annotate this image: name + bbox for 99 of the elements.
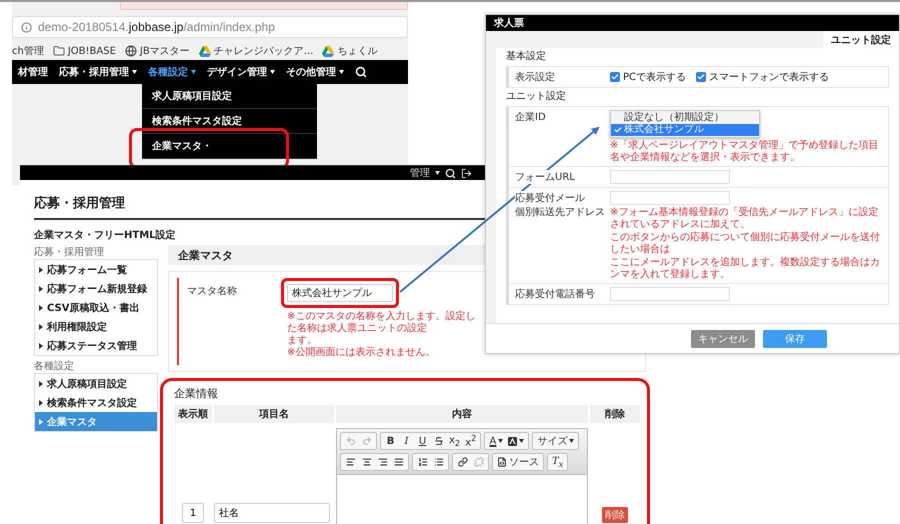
- bullet-icon: [39, 418, 43, 424]
- section-title: 企業情報: [174, 386, 219, 401]
- dropdown-option[interactable]: 設定なし（初期設定）: [611, 112, 759, 124]
- rich-text-editor[interactable]: B I U x$_{2}$ x$^{2}$ A サイズ ソース T$_{x}$: [336, 428, 588, 524]
- align-left-icon: [346, 457, 356, 467]
- checkbox-label[interactable]: スマートフォンで表示する: [696, 70, 830, 84]
- nav-item[interactable]: デザイン管理: [207, 65, 275, 79]
- help-text: ※「求人ページレイアウトマスタ管理」で予め登録した項目名や企業情報などを選択・表示できます。: [610, 140, 880, 163]
- field-label: フォームURL: [515, 170, 575, 184]
- sidebar-title: 企業マスタ・フリーHTML設定: [34, 228, 176, 242]
- numbered-list-icon: [418, 457, 428, 467]
- bullet-icon: [39, 342, 43, 348]
- font-size-dropdown[interactable]: サイズ: [535, 434, 576, 448]
- field-label: 応募受付電話番号: [515, 287, 595, 301]
- clear-format-button[interactable]: T$_{x}$: [550, 455, 566, 469]
- field-label: 個別転送先アドレス: [515, 205, 605, 219]
- checkbox[interactable]: [696, 72, 706, 82]
- column-header: 削除: [590, 405, 640, 423]
- checkbox-label[interactable]: PCで表示する: [610, 70, 686, 84]
- bullet-icon: [39, 324, 43, 330]
- check-icon: [611, 73, 619, 81]
- bold-button[interactable]: B: [383, 434, 398, 448]
- bullet-icon: [39, 400, 43, 406]
- bookmark[interactable]: JBマスター: [124, 44, 190, 58]
- caret-icon: [270, 70, 275, 74]
- field-label: 企業ID: [515, 110, 546, 124]
- caret-icon: [519, 439, 524, 443]
- nav-item[interactable]: 各種設定: [148, 65, 196, 79]
- menu-label[interactable]: 管理: [410, 166, 430, 180]
- undo-icon: [346, 436, 356, 446]
- field-label: 表示設定: [515, 70, 555, 84]
- help-text: ます。: [287, 335, 318, 347]
- drive-icon: [322, 46, 334, 56]
- link-icon: [458, 457, 468, 467]
- subscript-button[interactable]: x$_{2}$: [447, 434, 462, 448]
- bullet-icon: [39, 286, 43, 292]
- column-header: 表示順: [174, 405, 212, 423]
- text-color-button[interactable]: A: [487, 434, 506, 448]
- nav-item[interactable]: 材管理: [18, 65, 48, 79]
- bullet-icon: [39, 266, 43, 272]
- field-label: 応募受付メール: [515, 191, 585, 205]
- text-field[interactable]: [610, 287, 730, 301]
- section-title: ユニット設定: [506, 90, 567, 104]
- checkbox[interactable]: [610, 72, 620, 82]
- section-title: 基本設定: [506, 50, 547, 64]
- bullet-icon: [39, 304, 43, 310]
- menu-item[interactable]: 検索条件マスタ設定: [142, 109, 317, 134]
- group-label: 各種設定: [34, 360, 75, 373]
- nav-item[interactable]: その他管理: [286, 65, 344, 79]
- bookmark[interactable]: ch管理: [12, 44, 44, 58]
- info-icon: [21, 22, 32, 32]
- name-field[interactable]: 株式会社サンプル: [287, 284, 393, 302]
- bullet-icon: [39, 380, 43, 386]
- source-button[interactable]: ソース: [495, 455, 541, 469]
- item-name-field[interactable]: 社名: [214, 503, 330, 523]
- superscript-button[interactable]: x$^{2}$: [463, 434, 478, 448]
- caret-icon: [435, 171, 440, 175]
- unlink-icon: [474, 457, 484, 467]
- redo-icon: [362, 436, 372, 446]
- delete-button[interactable]: 削除: [602, 507, 628, 523]
- nav-item[interactable]: 応募・採用管理: [59, 65, 137, 79]
- tab[interactable]: ユニット設定: [823, 31, 899, 48]
- caret-icon: [132, 70, 137, 74]
- order-field[interactable]: 1: [182, 503, 204, 523]
- bookmark[interactable]: ちょくル: [322, 44, 378, 58]
- caret-icon: [569, 439, 574, 443]
- column-header: 項目名: [214, 405, 334, 423]
- underline-button[interactable]: U: [415, 434, 430, 448]
- caret-icon: [498, 439, 504, 443]
- search-icon[interactable]: [445, 168, 456, 178]
- align-center-icon: [362, 457, 372, 467]
- bookmark[interactable]: チャレンジバックア...: [198, 44, 314, 58]
- folder-icon: [52, 45, 65, 57]
- group-label: 応募・採用管理: [34, 246, 105, 259]
- menu-item[interactable]: 求人原稿項目設定: [142, 84, 317, 109]
- highlight-color-icon: [508, 436, 518, 446]
- dialog-title: 求人票: [486, 15, 899, 31]
- align-right-icon: [378, 457, 388, 467]
- italic-button[interactable]: I: [399, 434, 414, 448]
- document-icon: [497, 457, 507, 467]
- menu-item[interactable]: 企業マスタ・: [142, 134, 317, 159]
- help-text: ※公開画面には表示されません。: [287, 347, 436, 359]
- drive-icon: [198, 46, 211, 56]
- strikethrough-icon: [434, 436, 444, 446]
- column-header: 内容: [336, 405, 588, 423]
- check-icon: [614, 126, 622, 134]
- dropdown-option[interactable]: 株式会社サンプル: [611, 124, 759, 136]
- text-field[interactable]: [610, 191, 730, 205]
- justify-icon: [394, 457, 404, 467]
- field-label: マスタ名称: [187, 285, 238, 299]
- globe-icon: [124, 45, 137, 57]
- bookmark[interactable]: JOB!BASE: [52, 45, 116, 57]
- help-text: ※このマスタの名称を入力します。設定した名称は求人票ユニットの設定: [287, 311, 476, 335]
- text-field[interactable]: [610, 170, 730, 184]
- check-icon: [697, 73, 706, 81]
- address-bar[interactable]: demo-20180514.jobbase.jp/admin/index.php: [12, 16, 408, 38]
- caret-icon: [339, 70, 344, 74]
- exit-icon[interactable]: [461, 168, 472, 178]
- caret-icon: [191, 70, 196, 74]
